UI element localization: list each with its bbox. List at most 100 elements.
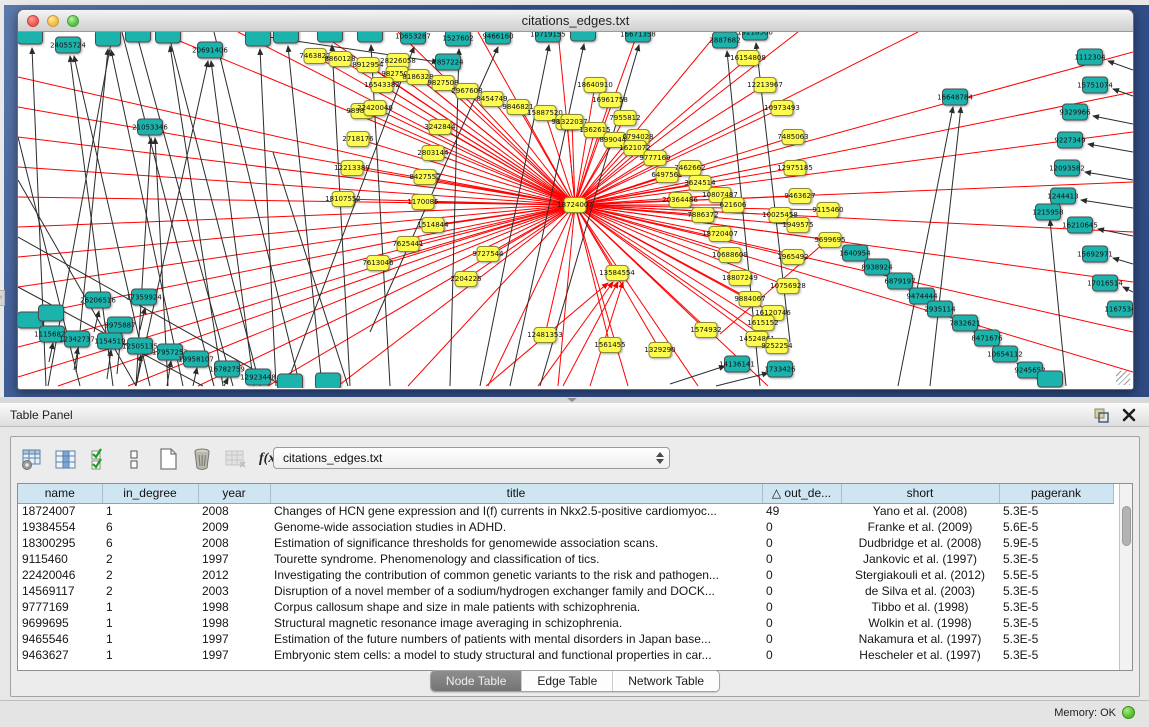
network-node[interactable]: 15751074 — [1082, 77, 1108, 94]
network-node[interactable] — [1037, 371, 1063, 388]
network-node-cited[interactable]: 12213967 — [754, 77, 777, 93]
network-node-cited[interactable]: 18640910 — [584, 77, 607, 93]
column-header-year[interactable]: year — [198, 484, 270, 503]
network-node-cited[interactable]: 1574932 — [695, 322, 718, 338]
table-row[interactable]: 977716911998Corpus callosum shape and si… — [18, 599, 1113, 615]
network-node[interactable]: 26206516 — [85, 292, 111, 309]
network-node[interactable]: 20691406 — [197, 42, 223, 59]
network-node[interactable]: 1167534 — [1107, 301, 1133, 318]
network-node[interactable]: 1527602 — [445, 32, 471, 47]
network-node[interactable]: 10653287 — [400, 32, 426, 45]
column-header-pagerank[interactable]: pagerank — [999, 484, 1113, 503]
network-node-cited[interactable]: 7625441 — [397, 236, 420, 252]
column-checklist-icon[interactable] — [87, 447, 112, 472]
table-row[interactable]: 946554611997Estimation of the future num… — [18, 631, 1113, 647]
network-node-cited[interactable]: 20364486 — [669, 192, 692, 208]
memory-status[interactable]: Memory: OK — [1054, 706, 1135, 719]
network-node-cited[interactable]: 1561455 — [599, 337, 622, 353]
column-header-out-degree-sorted[interactable]: △ out_de... — [762, 484, 841, 503]
network-node-cited[interactable]: 9463627 — [789, 188, 812, 204]
network-node[interactable] — [38, 305, 64, 322]
network-node-cited[interactable]: 2204225 — [455, 271, 478, 287]
network-hub-node[interactable]: 18724007 — [564, 197, 587, 213]
table-row[interactable]: 1938455462009Genome-wide association stu… — [18, 519, 1113, 535]
table-row[interactable]: 1872400712008Changes of HCN gene express… — [18, 503, 1113, 519]
network-node[interactable]: 1244413 — [1050, 188, 1076, 205]
network-node-cited[interactable]: 1170085 — [412, 194, 435, 210]
network-node-cited[interactable]: 16154808 — [737, 50, 760, 66]
network-node[interactable] — [245, 32, 271, 47]
network-node-cited[interactable]: 10756928 — [777, 278, 800, 294]
table-mode-icon[interactable] — [19, 447, 44, 472]
network-node[interactable] — [317, 32, 343, 43]
network-node[interactable]: 24055724 — [55, 37, 81, 54]
network-node[interactable]: 6879197 — [887, 273, 913, 290]
table-row[interactable]: 946362711997Embryonic stem cells: a mode… — [18, 647, 1113, 663]
network-node[interactable]: 19958107 — [183, 351, 209, 368]
network-node-cited[interactable]: 7613046 — [367, 255, 390, 271]
network-node[interactable]: 10654112 — [992, 346, 1018, 363]
network-node-cited[interactable]: 8427552 — [414, 169, 437, 185]
delete-columns-icon[interactable] — [189, 447, 214, 472]
network-node-cited[interactable]: 1329290 — [649, 342, 672, 358]
scrollbar-thumb[interactable] — [1122, 506, 1131, 546]
network-node[interactable]: 12923448 — [245, 369, 271, 386]
network-node-cited[interactable]: 9884067 — [739, 291, 762, 307]
network-node-cited[interactable]: 9252254 — [766, 338, 789, 354]
network-node-cited[interactable]: 22420046 — [364, 100, 387, 116]
network-node[interactable]: 1733426 — [767, 361, 793, 378]
network-node[interactable]: 16648784 — [942, 89, 968, 106]
network-node-cited[interactable]: 9727544 — [477, 246, 500, 262]
network-node[interactable]: 12505135 — [127, 338, 153, 355]
network-node-cited[interactable]: 8860128 — [329, 51, 352, 67]
network-node-cited[interactable]: 9777169 — [644, 150, 667, 166]
tab-node-table[interactable]: Node Table — [431, 671, 522, 691]
network-node[interactable]: 8471676 — [974, 330, 1000, 347]
network-node[interactable]: 16782759 — [214, 361, 240, 378]
network-node-cited[interactable]: 18107552 — [332, 191, 355, 207]
network-node-cited[interactable]: 7886372 — [692, 207, 715, 223]
row-height-icon[interactable] — [121, 447, 146, 472]
network-node-cited[interactable]: 12975185 — [784, 160, 807, 176]
network-node-cited[interactable]: 8912954 — [357, 57, 380, 73]
network-node-cited[interactable]: 2803144 — [422, 145, 445, 161]
network-node[interactable]: 9329966 — [1062, 104, 1088, 121]
table-row[interactable]: 2242004622012Investigating the contribut… — [18, 567, 1113, 583]
network-node[interactable]: 15692971 — [1082, 246, 1108, 263]
network-node[interactable] — [277, 374, 303, 389]
table-vertical-scrollbar[interactable] — [1119, 484, 1132, 670]
network-node[interactable] — [18, 32, 43, 45]
network-node-cited[interactable]: 13584554 — [606, 265, 629, 281]
network-node[interactable]: 19218506 — [742, 32, 768, 41]
network-canvas[interactable]: 2405572420691406106532871527602946616010… — [18, 32, 1133, 388]
table-row[interactable]: 1830029562008Estimation of significance … — [18, 535, 1113, 551]
network-node[interactable]: 16671358 — [625, 32, 651, 43]
table-row[interactable]: 911546021997Tourette syndrome. Phenomeno… — [18, 551, 1113, 567]
network-node-cited[interactable]: 621606 — [722, 197, 745, 213]
network-node[interactable] — [570, 32, 596, 42]
table-row[interactable]: 1456911722003Disruption of a novel membe… — [18, 583, 1113, 599]
window-resize-grip[interactable] — [1116, 371, 1130, 385]
network-node[interactable]: 2887682 — [712, 32, 738, 49]
network-node[interactable]: 1215958 — [1035, 204, 1061, 221]
network-node[interactable] — [95, 32, 121, 47]
network-node-cited[interactable]: 18720407 — [709, 226, 732, 242]
panel-collapse-handle[interactable]: ‹ — [0, 290, 5, 306]
network-node[interactable] — [357, 32, 383, 43]
network-node-cited[interactable]: 2967608 — [456, 83, 479, 99]
network-node[interactable]: 16210645 — [1067, 217, 1093, 234]
network-node[interactable] — [315, 373, 341, 389]
column-header-in-degree[interactable]: in_degree — [102, 484, 198, 503]
new-column-icon[interactable] — [155, 447, 180, 472]
float-panel-icon[interactable] — [1093, 407, 1109, 423]
network-node-cited[interactable]: 8454749 — [481, 91, 504, 107]
network-node[interactable]: 1154519 — [97, 333, 123, 350]
tab-edge-table[interactable]: Edge Table — [521, 671, 612, 691]
network-node[interactable]: 2935114 — [927, 301, 953, 318]
network-node-cited[interactable]: 1965492 — [782, 249, 805, 265]
network-node[interactable]: 10719155 — [535, 32, 561, 43]
network-node-cited[interactable]: 7955812 — [614, 110, 637, 126]
column-header-short[interactable]: short — [841, 484, 999, 503]
network-node-cited[interactable]: 1514844 — [422, 217, 445, 233]
network-node[interactable]: 12093582 — [1054, 160, 1080, 177]
